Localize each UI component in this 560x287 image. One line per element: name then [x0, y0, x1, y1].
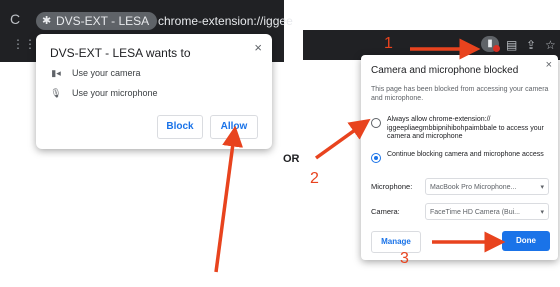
annotation-arrows: [214, 38, 506, 273]
arrow-to-always-allow: [314, 118, 371, 160]
arrow-to-allow: [214, 125, 244, 273]
